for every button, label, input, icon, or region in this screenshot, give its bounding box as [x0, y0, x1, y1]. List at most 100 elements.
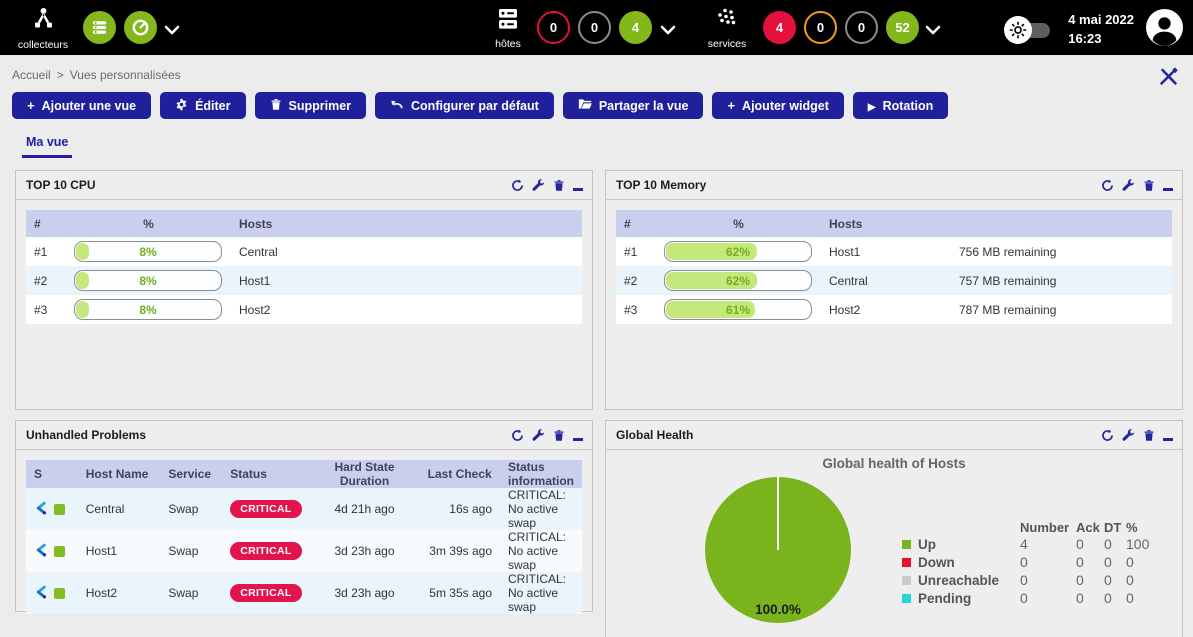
info-cell: 756 MB remaining — [951, 237, 1172, 266]
host-cell[interactable]: Host1 — [821, 237, 951, 266]
trash-icon[interactable] — [1143, 429, 1155, 442]
host-cell[interactable]: Central — [821, 266, 951, 295]
legend-ack: 0 — [1076, 553, 1104, 571]
column-header: # — [26, 210, 66, 237]
service-cell[interactable]: Swap — [160, 488, 222, 530]
wrench-icon[interactable] — [1122, 179, 1135, 192]
hosts-counter-1[interactable]: 0 — [578, 11, 611, 44]
rank-cell: #2 — [26, 266, 66, 295]
tab-bar: Ma vue — [22, 131, 72, 158]
problem-row: Host2SwapCRITICAL3d 23h ago5m 35s agoCRI… — [26, 572, 582, 614]
hosts-icon — [497, 18, 519, 35]
host-cell[interactable]: Central — [231, 237, 582, 266]
rank-cell: #1 — [26, 237, 66, 266]
legend-row: Up400100 — [902, 535, 1168, 553]
widget-action-icons — [1101, 179, 1173, 192]
services-counter-3[interactable]: 52 — [886, 11, 919, 44]
trash-icon — [270, 98, 282, 114]
host-name-cell[interactable]: Host1 — [78, 530, 161, 572]
toolbar-button-supprimer[interactable]: Supprimer — [255, 92, 367, 119]
toolbar-button-configurer-par-d-faut[interactable]: Configurer par défaut — [375, 92, 554, 119]
wrench-icon[interactable] — [532, 179, 545, 192]
pollers-chevron-down-icon[interactable] — [164, 22, 180, 40]
hosts-chevron-down-icon[interactable] — [660, 22, 676, 40]
minimize-icon[interactable] — [1163, 180, 1173, 191]
minimize-icon[interactable] — [573, 180, 583, 191]
centreon-icon[interactable] — [34, 584, 49, 603]
toolbar-button-partager-la-vue[interactable]: Partager la vue — [563, 92, 704, 119]
pollers-menu[interactable]: collecteurs — [14, 6, 72, 51]
minimize-icon[interactable] — [1163, 430, 1173, 441]
refresh-icon[interactable] — [511, 429, 524, 442]
toolbar-button-ajouter-widget[interactable]: +Ajouter widget — [712, 92, 843, 119]
legend-pct: 0 — [1126, 589, 1168, 607]
undo-icon — [390, 98, 404, 113]
status-badge: CRITICAL — [230, 542, 301, 560]
trash-icon[interactable] — [553, 429, 565, 442]
refresh-icon[interactable] — [1101, 179, 1114, 192]
services-counter-2[interactable]: 0 — [845, 11, 878, 44]
service-cell[interactable]: Swap — [160, 530, 222, 572]
user-avatar[interactable] — [1146, 9, 1183, 51]
table-row: #1 8% Central — [26, 237, 582, 266]
poller-gauge-button[interactable] — [124, 11, 157, 44]
toolbar-button-ajouter-une-vue[interactable]: +Ajouter une vue — [12, 92, 151, 119]
services-counter-0[interactable]: 4 — [763, 11, 796, 44]
refresh-icon[interactable] — [1101, 429, 1114, 442]
minimize-icon[interactable] — [573, 430, 583, 441]
hosts-menu[interactable]: hôtes — [487, 7, 529, 50]
host-name-cell[interactable]: Central — [78, 488, 161, 530]
column-header: Status — [222, 460, 309, 488]
centreon-icon[interactable] — [34, 500, 49, 519]
column-header: # — [616, 210, 656, 237]
trash-icon[interactable] — [1143, 179, 1155, 192]
button-label: Ajouter une vue — [42, 99, 136, 113]
legend-number: 0 — [1020, 589, 1076, 607]
widget-top-cpu: TOP 10 CPU # % Hosts #18%Central#28%Host… — [15, 170, 593, 410]
toolbar-button--diter[interactable]: Éditer — [160, 92, 245, 119]
last-check-cell: 16s ago — [419, 488, 500, 530]
tab-ma-vue[interactable]: Ma vue — [22, 131, 72, 158]
legend-row: Down0000 — [902, 553, 1168, 571]
centreon-icon[interactable] — [34, 542, 49, 561]
usage-percent-label: 62% — [665, 271, 811, 290]
service-cell[interactable]: Swap — [160, 572, 222, 614]
legend-dt: 0 — [1104, 589, 1126, 607]
status-info-cell: CRITICAL: No active swap — [500, 572, 582, 614]
host-cell[interactable]: Host1 — [231, 266, 582, 295]
toolbar-button-rotation[interactable]: ▶Rotation — [853, 92, 948, 119]
usage-percent-label: 62% — [665, 242, 811, 261]
wrench-icon[interactable] — [532, 429, 545, 442]
column-header: % — [66, 210, 231, 237]
host-cell[interactable]: Host2 — [231, 295, 582, 324]
rank-cell: #1 — [616, 237, 656, 266]
button-label: Supprimer — [289, 99, 352, 113]
last-check-cell: 5m 35s ago — [419, 572, 500, 614]
column-header: Hard State Duration — [310, 460, 420, 488]
services-chevron-down-icon[interactable] — [925, 22, 941, 40]
services-menu[interactable]: services — [702, 7, 752, 50]
usage-percent-label: 8% — [75, 242, 221, 261]
legend-color-swatch — [902, 576, 911, 585]
breadcrumb-current[interactable]: Vues personnalisées — [70, 68, 181, 82]
poller-list-button[interactable] — [83, 11, 116, 44]
breadcrumb-separator: > — [57, 68, 64, 82]
wrench-icon[interactable] — [1122, 429, 1135, 442]
edit-mode-icon[interactable] — [1158, 66, 1179, 92]
legend-number: 4 — [1020, 535, 1076, 553]
host-status-icon — [54, 588, 65, 599]
legend-label: Up — [918, 537, 936, 552]
trash-icon[interactable] — [553, 179, 565, 192]
hosts-counter-0[interactable]: 0 — [537, 11, 570, 44]
services-counter-1[interactable]: 0 — [804, 11, 837, 44]
host-cell[interactable]: Host2 — [821, 295, 951, 324]
host-name-cell[interactable]: Host2 — [78, 572, 161, 614]
breadcrumb-home[interactable]: Accueil — [12, 68, 51, 82]
button-label: Éditer — [195, 99, 230, 113]
usage-bar: 62% — [664, 270, 812, 291]
theme-toggle[interactable] — [1010, 23, 1050, 38]
column-header — [951, 210, 1172, 237]
hosts-counter-2[interactable]: 4 — [619, 11, 652, 44]
refresh-icon[interactable] — [511, 179, 524, 192]
status-info-cell: CRITICAL: No active swap — [500, 488, 582, 530]
